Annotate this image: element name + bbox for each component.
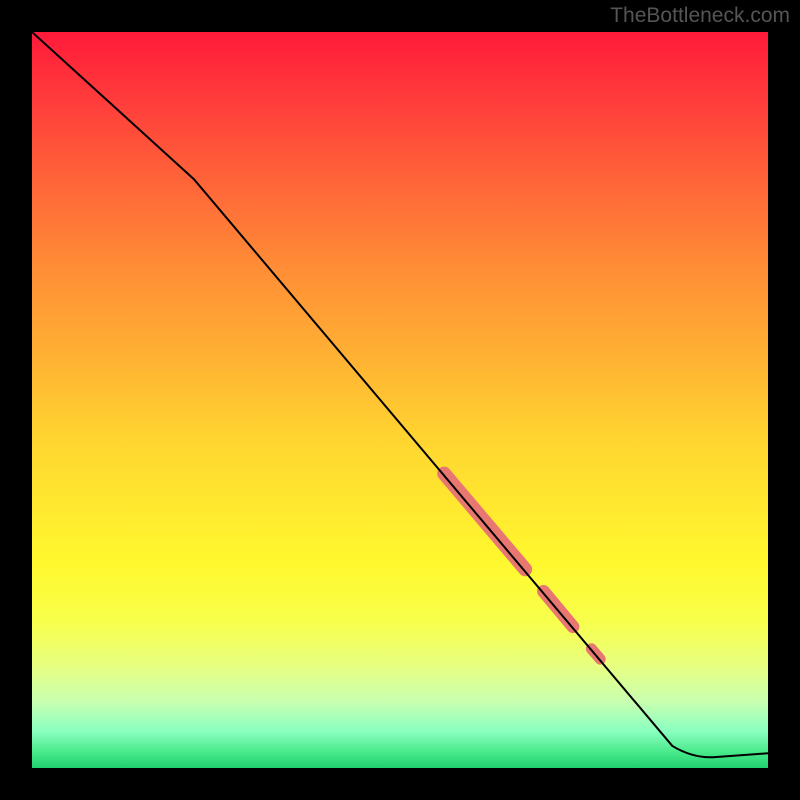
main-curve	[32, 32, 768, 757]
main-curve-thick	[32, 32, 768, 757]
chart-area	[32, 32, 768, 768]
watermark-text: TheBottleneck.com	[610, 4, 790, 28]
highlight-seg-1	[444, 474, 525, 570]
chart-svg	[32, 32, 768, 768]
highlight-seg-2	[544, 591, 573, 626]
